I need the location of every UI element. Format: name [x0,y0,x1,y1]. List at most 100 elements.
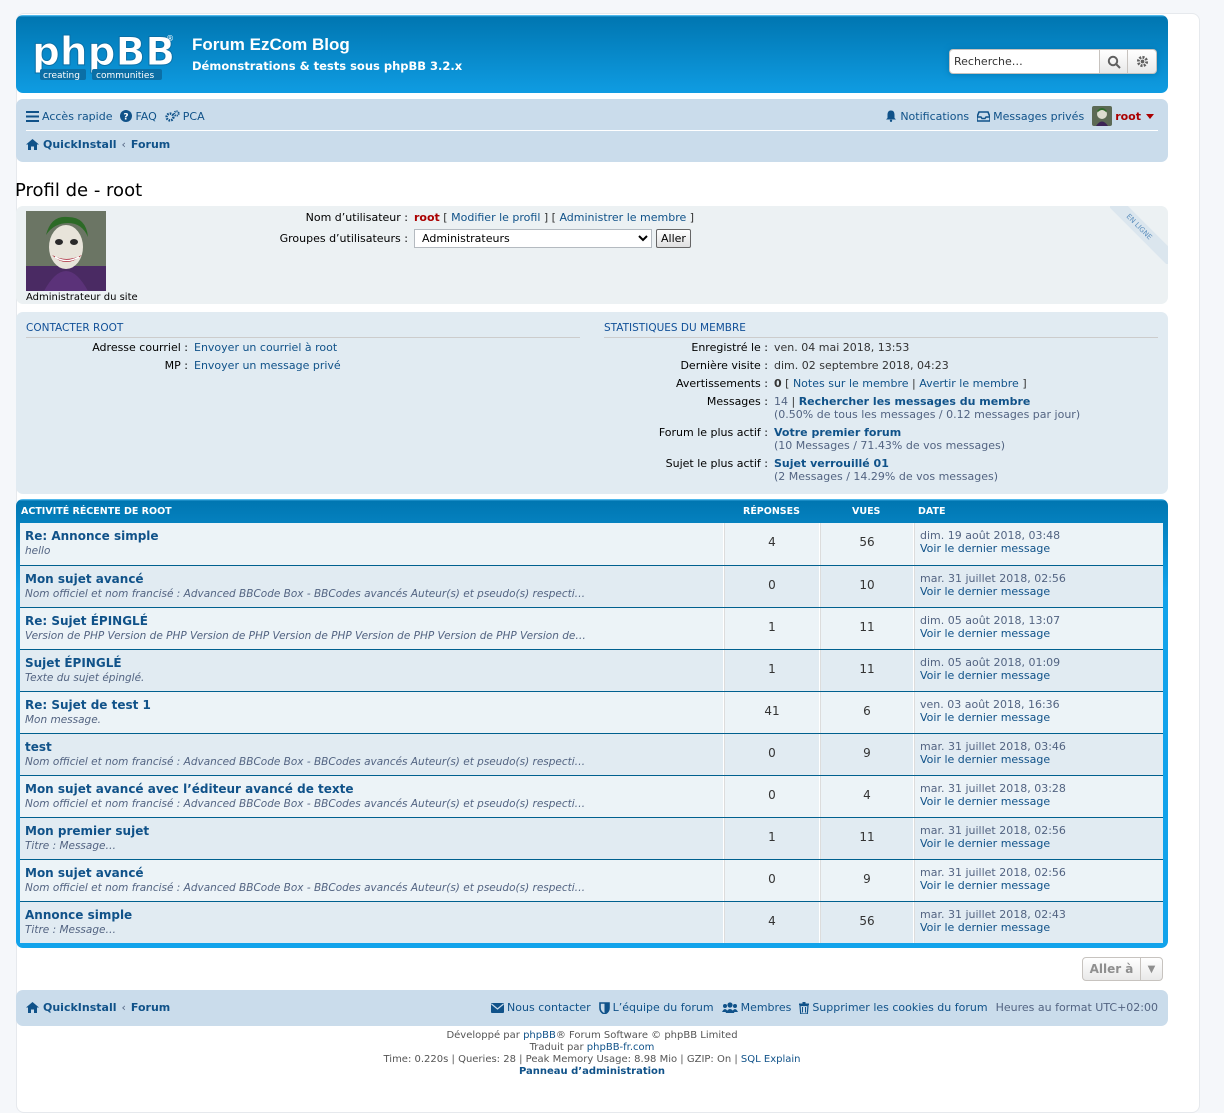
user-avatar-mini [1092,106,1113,126]
sql-explain-link[interactable]: SQL Explain [741,1054,801,1065]
search-posts-link[interactable]: Rechercher les messages du membre [799,395,1031,408]
contact-stats-panel: CONTACTER ROOT Adresse courriel : Envoye… [16,312,1168,494]
topic-title-link[interactable]: Mon premier sujet [25,824,149,838]
home-icon [26,139,39,150]
topic-title-link[interactable]: Sujet ÉPINGLÉ [25,656,122,670]
page-title: Profil de - root [15,180,143,201]
translated-prefix: Traduit par [529,1042,587,1053]
search-input[interactable] [949,49,1099,74]
views-cell: 11 [820,650,914,691]
topic-title-link[interactable]: Annonce simple [25,908,132,922]
svg-text:communities: communities [96,71,154,81]
breadcrumb-forum[interactable]: Forum [131,138,170,151]
views-cell: 11 [820,818,914,859]
views-cell: 11 [820,608,914,649]
topic-title-link[interactable]: Re: Sujet de test 1 [25,698,151,712]
notifications-link[interactable]: Notifications [885,110,969,123]
last-post-link[interactable]: Voir le dernier message [920,669,1050,682]
email-label: Adresse courriel : [92,341,188,354]
site-title[interactable]: Forum EzCom Blog [192,35,350,55]
members-link[interactable]: Membres [721,1001,791,1014]
topic-title-link[interactable]: Mon sujet avancé avec l’éditeur avancé d… [25,782,354,796]
active-forum-link[interactable]: Votre premier forum [774,426,901,439]
topic-title-link[interactable]: test [25,740,52,754]
table-header: ACTIVITÉ RÉCENTE DE ROOT RÉPONSES VUES D… [16,499,1168,521]
username-field-label: Nom d’utilisateur : [305,211,408,224]
topic-cell: Mon sujet avancé Nom officiel et nom fran… [20,860,724,901]
team-link[interactable]: L’équipe du forum [598,1001,714,1014]
replies-cell: 0 [724,776,820,817]
last-post-link[interactable]: Voir le dernier message [920,879,1050,892]
groups-select[interactable]: Administrateurs [414,228,652,248]
warn-link[interactable]: Avertir le membre [919,377,1019,390]
profile-username: root [414,211,440,224]
site-header: phpBB ® creating communities Forum EzCom… [16,15,1168,93]
profile-details: Nom d’utilisateur : root [ Modifier le p… [216,211,694,248]
topic-title-link[interactable]: Re: Sujet ÉPINGLÉ [25,614,148,628]
table-row: Mon sujet avancé avec l’éditeur avancé d… [20,775,1163,817]
topic-title-link[interactable]: Re: Annonce simple [25,529,159,543]
footer-breadcrumb-home[interactable]: QuickInstall [43,1001,116,1014]
question-circle-icon: ? [120,110,133,122]
col-views: VUES [852,506,881,517]
posts-label: Messages : [706,395,768,408]
phpbb-logo[interactable]: phpBB ® creating communities [30,27,180,82]
active-topic-link[interactable]: Sujet verrouillé 01 [774,457,889,470]
post-date: mar. 31 juillet 2018, 02:56 [920,572,1066,585]
footer-links: Nous contacter L’équipe du forum Membres… [483,1001,1158,1014]
trash-icon [799,1001,810,1014]
topic-title-link[interactable]: Mon sujet avancé [25,572,144,586]
date-cell: dim. 05 août 2018, 13:07 Voir le dernier … [914,608,1163,649]
notes-link[interactable]: Notes sur le membre [793,377,909,390]
last-post-link[interactable]: Voir le dernier message [920,711,1050,724]
table-row: Mon sujet avancé Nom officiel et nom fran… [20,859,1163,901]
last-post-link[interactable]: Voir le dernier message [920,585,1050,598]
user-rank: Administrateur du site [26,292,138,303]
table-row: Mon sujet avancé Nom officiel et nom fran… [20,565,1163,607]
last-post-link[interactable]: Voir le dernier message [920,542,1050,555]
edit-profile-link[interactable]: Modifier le profil [451,211,540,224]
admin-user-link[interactable]: Administrer le membre [559,211,686,224]
last-post-link[interactable]: Voir le dernier message [920,753,1050,766]
private-messages-link[interactable]: Messages privés [977,110,1084,123]
topic-excerpt: Texte du sujet épinglé. [25,672,145,684]
contact-us-link[interactable]: Nous contacter [491,1001,591,1014]
replies-cell: 41 [724,692,820,733]
replies-cell: 0 [724,860,820,901]
last-post-link[interactable]: Voir le dernier message [920,795,1050,808]
topic-excerpt: Nom officiel et nom francisé : Advanced … [25,756,586,768]
search-button[interactable] [1099,49,1128,74]
phpbb-link[interactable]: phpBB [523,1030,556,1041]
delete-cookies-link[interactable]: Supprimer les cookies du forum [799,1001,988,1014]
date-cell: mar. 31 juillet 2018, 03:46 Voir le derni… [914,734,1163,775]
table-row: Mon premier sujet Titre : Message… 1 11 mar.… [20,817,1163,859]
pm-link[interactable]: Envoyer un message privé [194,359,341,372]
last-post-link[interactable]: Voir le dernier message [920,627,1050,640]
quick-access-label: Accès rapide [42,109,113,123]
stats-heading: STATISTIQUES DU MEMBRE [604,322,1158,338]
admin-panel-link[interactable]: Panneau d’administration [519,1066,665,1077]
footer-breadcrumb: QuickInstall ‹ Forum [26,1001,170,1014]
views-cell: 9 [820,860,914,901]
go-button[interactable]: Aller [656,228,691,248]
bell-icon [886,110,897,122]
post-date: mar. 31 juillet 2018, 03:28 [920,782,1066,795]
footer-breadcrumb-forum[interactable]: Forum [131,1001,170,1014]
post-date: dim. 05 août 2018, 13:07 [920,614,1061,627]
phpbb-fr-link[interactable]: phpBB-fr.com [587,1042,655,1053]
acp-link[interactable]: PCA [165,110,205,123]
date-cell: mar. 31 juillet 2018, 02:56 Voir le derni… [914,818,1163,859]
last-post-link[interactable]: Voir le dernier message [920,921,1050,934]
advanced-search-button[interactable] [1128,49,1157,74]
jump-to-label: Aller à [1083,958,1141,980]
breadcrumb-home[interactable]: QuickInstall [43,138,116,151]
quick-access-menu[interactable]: Accès rapide [26,110,112,123]
jump-to-button[interactable]: Aller à ▼ [1082,957,1163,981]
faq-link[interactable]: ? FAQ [120,110,157,123]
topic-title-link[interactable]: Mon sujet avancé [25,866,144,880]
last-post-link[interactable]: Voir le dernier message [920,837,1050,850]
views-cell: 6 [820,692,914,733]
powered-suffix: ® Forum Software © phpBB Limited [555,1030,738,1041]
email-link[interactable]: Envoyer un courriel à root [194,341,337,354]
user-menu[interactable]: root [1092,106,1158,126]
